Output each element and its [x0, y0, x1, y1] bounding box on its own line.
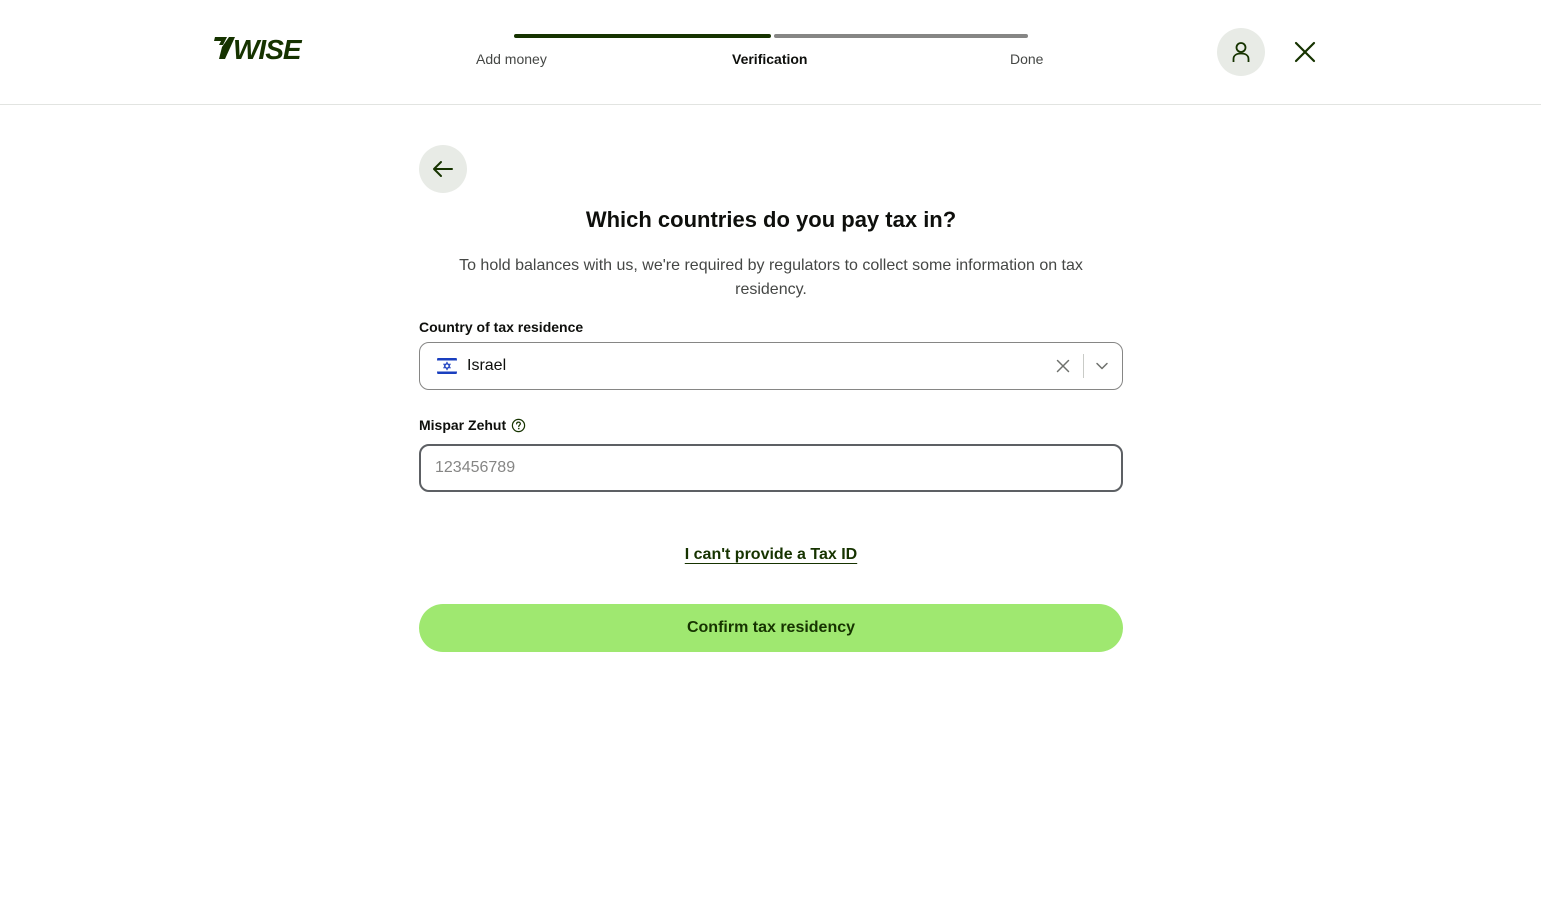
confirm-tax-residency-button[interactable]: Confirm tax residency — [419, 604, 1123, 652]
person-icon — [1232, 42, 1250, 62]
country-field-label: Country of tax residence — [419, 319, 583, 335]
israel-flag-icon — [437, 356, 457, 376]
arrow-left-icon — [433, 161, 453, 177]
progress-track-remaining — [774, 34, 1028, 38]
chevron-down-icon — [1096, 362, 1108, 370]
tax-id-input[interactable] — [419, 444, 1123, 492]
country-select-value: Israel — [467, 357, 507, 374]
country-select[interactable]: Israel — [419, 342, 1123, 390]
no-tax-id-link[interactable]: I can't provide a Tax ID — [685, 546, 857, 563]
progress-track-complete — [514, 34, 771, 38]
clear-selection-button[interactable] — [1047, 350, 1079, 382]
close-icon — [1294, 41, 1316, 63]
page-subtitle: To hold balances with us, we're required… — [459, 257, 1083, 298]
wise-logo[interactable]: WISE — [213, 32, 319, 64]
svg-text:WISE: WISE — [233, 34, 303, 63]
close-button[interactable] — [1289, 36, 1321, 68]
page-title: Which countries do you pay tax in? — [585, 207, 957, 232]
step-verification: Verification — [732, 51, 808, 67]
tax-id-field-label-text: Mispar Zehut — [419, 417, 507, 433]
question-circle-icon[interactable] — [511, 418, 526, 433]
country-field-label-text: Country of tax residence — [419, 319, 584, 335]
dropdown-toggle[interactable] — [1088, 350, 1116, 382]
account-button[interactable] — [1217, 28, 1265, 76]
progress-stepper: Add money Verification Done — [476, 34, 1046, 74]
top-bar: WISE Add money Verification Done — [0, 0, 1541, 105]
step-done: Done — [1010, 51, 1044, 67]
step-add-money: Add money — [476, 51, 547, 67]
back-button[interactable] — [419, 145, 467, 193]
no-tax-id-link-container: I can't provide a Tax ID — [419, 546, 1123, 564]
select-divider — [1083, 354, 1084, 378]
tax-id-field-label: Mispar Zehut — [419, 417, 526, 433]
clear-icon — [1056, 359, 1070, 373]
wise-logo-mark: WISE — [214, 34, 304, 63]
